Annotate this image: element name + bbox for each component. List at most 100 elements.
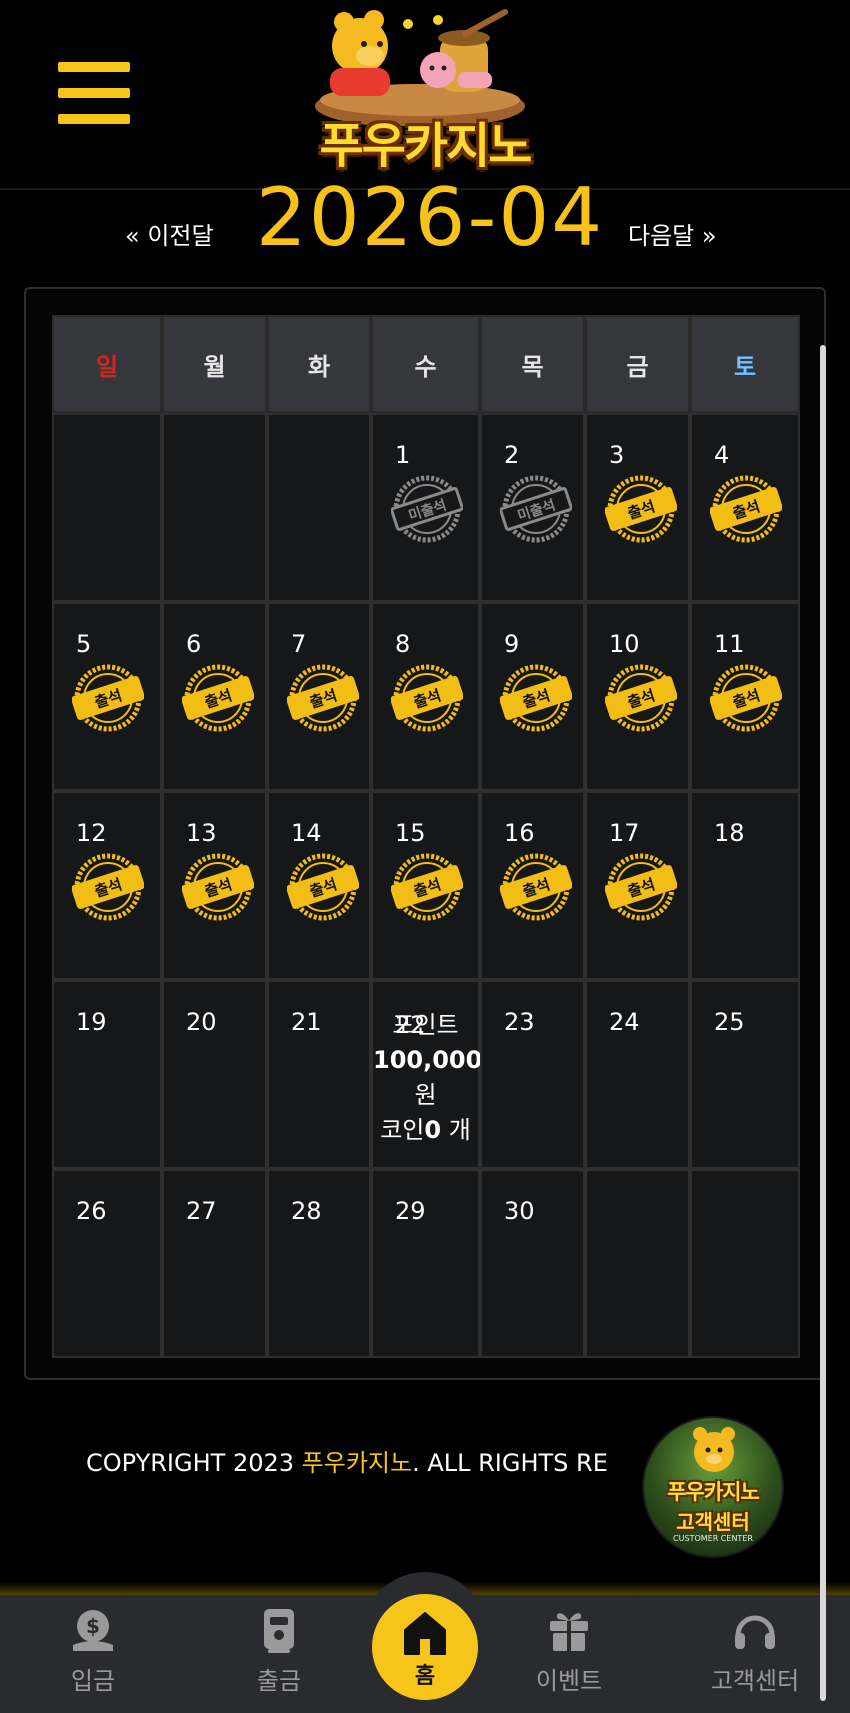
- calendar-day-25[interactable]: 25: [690, 980, 800, 1169]
- calendar-day-29[interactable]: 29: [371, 1169, 480, 1358]
- calendar-day-27[interactable]: 27: [162, 1169, 267, 1358]
- calendar-day-1[interactable]: 1 미출석: [371, 413, 480, 602]
- day-number: 18: [714, 819, 745, 847]
- nav-deposit-label: 입금: [70, 1667, 116, 1695]
- day-number: 27: [186, 1197, 217, 1225]
- coin-line: 코인0 개: [373, 1113, 478, 1148]
- weekday-header: 일 월 화 수 목 금 토: [52, 315, 800, 413]
- withdraw-icon: [264, 1609, 294, 1653]
- attended-stamp-icon: 출석: [182, 664, 254, 732]
- calendar-day-20[interactable]: 20: [162, 980, 267, 1169]
- day-number: 13: [186, 819, 217, 847]
- calendar-day-13[interactable]: 13 출석: [162, 791, 267, 980]
- calendar-day-5[interactable]: 5 출석: [52, 602, 162, 791]
- day-number: 16: [504, 819, 535, 847]
- calendar-day-11[interactable]: 11 출석: [690, 602, 800, 791]
- calendar-day-10[interactable]: 10 출석: [585, 602, 690, 791]
- nav-home[interactable]: 홈: [372, 1594, 478, 1700]
- nav-customer-center[interactable]: 고객센터: [680, 1595, 830, 1713]
- cs-badge-title: 푸우카지노: [667, 1480, 760, 1504]
- calendar-day-empty: [52, 413, 162, 602]
- calendar-day-18[interactable]: 18: [690, 791, 800, 980]
- day-number: 17: [609, 819, 640, 847]
- day-number: 23: [504, 1008, 535, 1036]
- attended-stamp-icon: 출석: [391, 664, 463, 732]
- calendar-day-empty: [162, 413, 267, 602]
- day-number: 30: [504, 1197, 535, 1225]
- pooh-icon: [693, 1427, 735, 1472]
- svg-text:$: $: [86, 1614, 100, 1638]
- calendar-day-19[interactable]: 19: [52, 980, 162, 1169]
- month-title: 2026-04: [255, 171, 605, 248]
- coin-unit: 개: [441, 1116, 471, 1144]
- calendar-day-30[interactable]: 30: [480, 1169, 585, 1358]
- calendar-day-8[interactable]: 8 출석: [371, 602, 480, 791]
- day-number: 25: [714, 1008, 745, 1036]
- calendar-day-6[interactable]: 6 출석: [162, 602, 267, 791]
- attendance-calendar: 일 월 화 수 목 금 토 1 미출석 2 미출석 3 출석 4 출석 5 출석 6 출석 7 출석 8 출석…: [24, 287, 826, 1380]
- day-number: 11: [714, 630, 745, 658]
- nav-deposit[interactable]: $ 입금: [18, 1595, 168, 1713]
- attended-stamp-icon: 출석: [72, 664, 144, 732]
- day-number: 12: [76, 819, 107, 847]
- logo-text: 푸우카지노: [319, 118, 533, 174]
- absent-stamp-icon: 미출석: [391, 475, 463, 543]
- calendar-day-21[interactable]: 21: [267, 980, 371, 1169]
- attended-stamp-icon: 출석: [500, 853, 572, 921]
- day-number: 29: [395, 1197, 426, 1225]
- nav-withdraw[interactable]: 출금: [204, 1595, 354, 1713]
- calendar-day-empty: [690, 1169, 800, 1358]
- coin-label: 코인: [380, 1116, 425, 1144]
- deposit-icon: $: [73, 1610, 113, 1651]
- nav-customer-center-label: 고객센터: [710, 1667, 800, 1695]
- calendar-day-14[interactable]: 14 출석: [267, 791, 371, 980]
- day-number: 10: [609, 630, 640, 658]
- weekday-fri: 금: [585, 315, 690, 413]
- weekday-thu: 목: [480, 315, 585, 413]
- menu-icon[interactable]: [58, 62, 130, 126]
- home-icon: [404, 1612, 446, 1655]
- cs-badge-caption: CUSTOMER CENTER: [673, 1534, 753, 1543]
- nav-event[interactable]: 이벤트: [494, 1595, 644, 1713]
- cs-badge-subtitle: 고객센터: [676, 1510, 750, 1534]
- day-number: 15: [395, 819, 426, 847]
- day-number: 4: [714, 441, 730, 469]
- calendar-day-17[interactable]: 17 출석: [585, 791, 690, 980]
- day-number: 8: [395, 630, 411, 658]
- nav-home-label: 홈: [414, 1664, 436, 1689]
- calendar-day-4[interactable]: 4 출석: [690, 413, 800, 602]
- calendar-day-22[interactable]: 22 포인트 100,000 원 코인0 개: [371, 980, 482, 1169]
- weekday-mon: 월: [162, 315, 267, 413]
- prev-month-link[interactable]: « 이전달: [125, 216, 214, 251]
- calendar-day-2[interactable]: 2 미출석: [480, 413, 585, 602]
- day-number: 6: [186, 630, 202, 658]
- day-number: 7: [291, 630, 307, 658]
- calendar-day-28[interactable]: 28: [267, 1169, 371, 1358]
- headset-icon: [735, 1615, 775, 1649]
- copyright-brand: 푸우카지노: [301, 1449, 413, 1477]
- calendar-day-9[interactable]: 9 출석: [480, 602, 585, 791]
- today-point-label: 22 포인트: [373, 1008, 478, 1043]
- logo[interactable]: 푸우카지노: [290, 6, 560, 178]
- scrollbar[interactable]: [820, 345, 826, 1701]
- attended-stamp-icon: 출석: [391, 853, 463, 921]
- calendar-day-24[interactable]: 24: [585, 980, 690, 1169]
- weekday-sun: 일: [52, 315, 162, 413]
- calendar-day-23[interactable]: 23: [480, 980, 585, 1169]
- attended-stamp-icon: 출석: [182, 853, 254, 921]
- calendar-day-12[interactable]: 12 출석: [52, 791, 162, 980]
- calendar-week: 12 출석 13 출석 14 출석 15 출석 16 출석 17 출석 18: [52, 791, 800, 980]
- calendar-week: 5 출석 6 출석 7 출석 8 출석 9 출석 10 출석 11 출석: [52, 602, 800, 791]
- calendar-week: 26 27 28 29 30: [52, 1169, 800, 1358]
- weekday-sat: 토: [690, 315, 800, 413]
- calendar-day-16[interactable]: 16 출석: [480, 791, 585, 980]
- copyright-suffix: . ALL RIGHTS RE: [412, 1449, 608, 1477]
- day-number: 2: [504, 441, 520, 469]
- next-month-link[interactable]: 다음달 »: [628, 216, 717, 251]
- calendar-day-15[interactable]: 15 출석: [371, 791, 480, 980]
- calendar-day-26[interactable]: 26: [52, 1169, 162, 1358]
- calendar-day-3[interactable]: 3 출석: [585, 413, 690, 602]
- calendar-weeks: 1 미출석 2 미출석 3 출석 4 출석 5 출석 6 출석 7 출석 8 출석 9 출석 10 출석 11 출석 12 출…: [52, 413, 800, 1358]
- customer-center-badge[interactable]: 푸우카지노 고객센터 CUSTOMER CENTER: [642, 1416, 784, 1558]
- calendar-day-7[interactable]: 7 출석: [267, 602, 371, 791]
